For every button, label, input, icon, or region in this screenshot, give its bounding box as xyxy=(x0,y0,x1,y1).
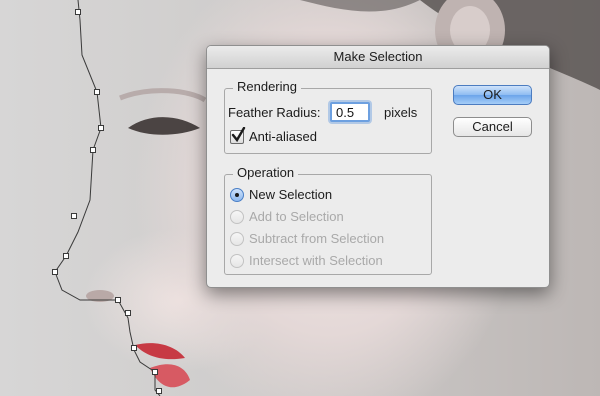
anchor-point xyxy=(131,345,137,351)
make-selection-dialog: Make Selection Rendering Feather Radius:… xyxy=(206,45,550,288)
selection-path xyxy=(54,0,161,396)
radio-new-selection-label: New Selection xyxy=(249,187,333,202)
anchor-point xyxy=(75,9,81,15)
path-anchors xyxy=(52,9,162,394)
feather-radius-label: Feather Radius: xyxy=(228,105,321,120)
anchor-point xyxy=(52,269,58,275)
anchor-point xyxy=(94,89,100,95)
anchor-point xyxy=(98,125,104,131)
radio-subtract-from-selection[interactable] xyxy=(230,232,244,246)
feather-radius-input[interactable] xyxy=(330,102,370,122)
eye-shape xyxy=(128,117,200,135)
eyebrow-shape xyxy=(119,88,207,103)
anchor-point xyxy=(156,388,162,394)
anti-aliased-checkbox[interactable] xyxy=(230,127,246,144)
ok-button[interactable]: OK xyxy=(453,85,532,105)
anchor-point xyxy=(71,213,77,219)
operation-group-label: Operation xyxy=(233,165,299,180)
radio-intersect-with-selection[interactable] xyxy=(230,254,244,268)
anchor-point xyxy=(152,369,158,375)
anchor-point xyxy=(115,297,121,303)
anti-aliased-label: Anti-aliased xyxy=(249,129,317,144)
anchor-point xyxy=(125,310,131,316)
radio-add-to-selection[interactable] xyxy=(230,210,244,224)
hair-edge xyxy=(300,0,420,12)
radio-intersect-with-selection-label: Intersect with Selection xyxy=(249,253,383,268)
radio-subtract-from-selection-label: Subtract from Selection xyxy=(249,231,385,246)
cancel-button[interactable]: Cancel xyxy=(453,117,532,137)
anchor-point xyxy=(90,147,96,153)
rendering-group: Rendering Feather Radius: pixels Anti-al… xyxy=(224,79,432,154)
dialog-title: Make Selection xyxy=(207,46,549,69)
operation-group: Operation New Selection Add to Selection… xyxy=(224,165,432,275)
anchor-point xyxy=(63,253,69,259)
feather-units-label: pixels xyxy=(384,105,418,120)
rendering-group-label: Rendering xyxy=(233,79,301,94)
checkmark-icon xyxy=(231,127,246,143)
radio-add-to-selection-label: Add to Selection xyxy=(249,209,344,224)
lips-upper xyxy=(135,343,185,360)
radio-new-selection[interactable] xyxy=(230,188,244,202)
lips-lower xyxy=(150,364,190,388)
